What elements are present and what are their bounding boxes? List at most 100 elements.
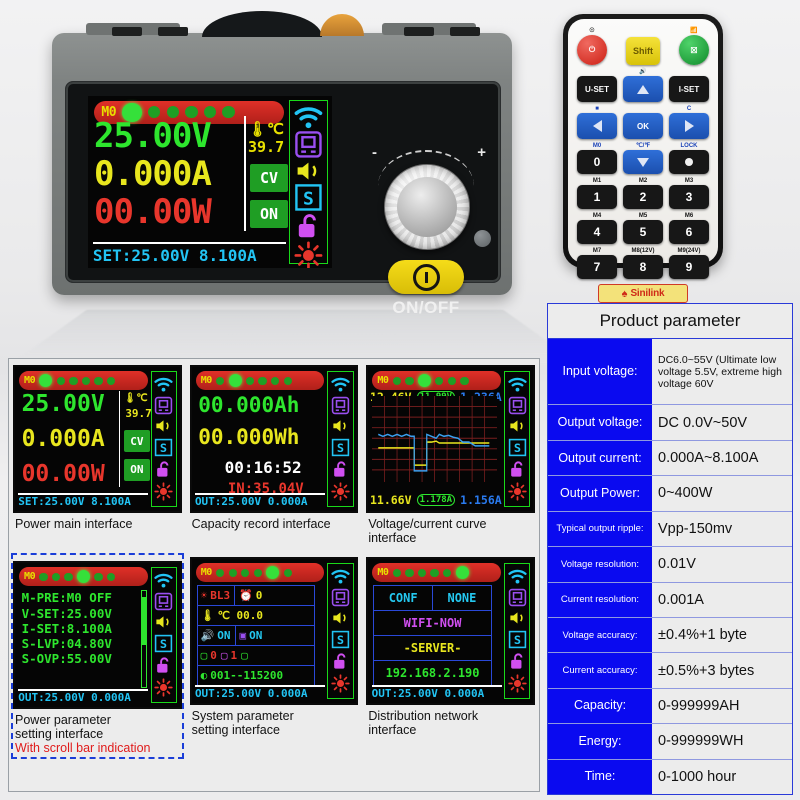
wifi-icon	[331, 569, 350, 585]
onoff-button[interactable]	[388, 260, 464, 294]
lcd-divider	[118, 391, 121, 487]
memory-dot	[56, 376, 65, 385]
current-reading: 0.000A	[94, 154, 212, 194]
shot-power-main: M0 25.00V 0.000A 00.00W 🌡℃ 39.7 CV ON SE…	[9, 359, 186, 551]
param-value: 0.01V	[652, 547, 792, 582]
table-row: Capacity: 0-999999AH	[548, 688, 792, 725]
row-communication[interactable]: ◐ 001--115200	[198, 666, 315, 685]
row-wifi-name[interactable]: WIFI-NOW	[374, 611, 491, 636]
remote-wifi-button[interactable]: ☒	[679, 35, 709, 65]
scrollbar-thumb[interactable]	[141, 597, 146, 646]
remote-left-button[interactable]	[577, 113, 617, 139]
device-icon	[331, 588, 350, 607]
power-reading: 00.00W	[21, 460, 105, 487]
brightness-caption: ■	[595, 106, 599, 112]
unlock-icon	[331, 652, 350, 671]
memory-label: M0	[377, 375, 389, 387]
remote-key-8[interactable]: 8	[623, 255, 663, 279]
list-item[interactable]: V-SET:25.00V	[22, 606, 134, 621]
table-row: Output current: 0.000A~8.100A	[548, 440, 792, 477]
memory-indicator-row: M0	[372, 563, 501, 583]
remote-key-1[interactable]: 1	[577, 185, 617, 209]
thermometer-icon: 🌡	[200, 608, 215, 622]
remote-lock-button[interactable]	[669, 150, 709, 174]
list-item[interactable]: S-OVP:55.00V	[22, 651, 134, 666]
row-sound-device[interactable]: 🔊 ON ▣ ON	[197, 625, 315, 646]
timer-icon: ⏰	[239, 588, 253, 602]
server-label: -SERVER-	[403, 640, 462, 655]
remote-uset-button[interactable]: U-SET	[577, 76, 617, 102]
remote-ok-button[interactable]: OK	[623, 113, 663, 139]
svg-text:S: S	[160, 441, 167, 455]
memory-dot	[253, 568, 262, 577]
remote-key-7[interactable]: 7	[577, 255, 617, 279]
wifi-icon	[154, 573, 173, 589]
screw-clip-1	[112, 27, 142, 36]
row-backlight[interactable]: ☀ BL3 ⏰ 0	[197, 585, 315, 606]
shot-caption: Power main interface	[15, 517, 133, 531]
status-icon-sidebar: S	[289, 100, 329, 268]
memory-dot	[271, 376, 280, 385]
chart-grid	[371, 395, 497, 483]
table-row: Time: 0-1000 hour	[548, 759, 792, 795]
row-server[interactable]: -SERVER-	[374, 636, 491, 661]
s-mode-icon: S	[331, 630, 350, 649]
memory-dot	[417, 568, 427, 577]
knob-minus-label: -	[372, 144, 377, 161]
param-value: ±0.5%+3 bytes	[652, 653, 792, 688]
remote-right-button[interactable]	[669, 113, 709, 139]
remote-up-button[interactable]	[623, 76, 663, 102]
unlock-icon	[331, 460, 350, 479]
screw-clip-2	[158, 27, 188, 36]
remote-iset-button[interactable]: I-SET	[669, 76, 709, 102]
memory-dot	[216, 568, 225, 577]
param-value: 0.000A~8.100A	[652, 440, 792, 476]
conf-label: CONF	[388, 590, 418, 605]
lcd-power-main: M0 25.00V 0.000A 00.00W 🌡℃ 39.7 CV ON SE…	[13, 365, 182, 513]
brightness-icon	[154, 678, 174, 698]
device-icon	[154, 396, 173, 415]
screenshot-gallery: M0 25.00V 0.000A 00.00W 🌡℃ 39.7 CV ON SE…	[8, 358, 540, 792]
remote-shift-button[interactable]: Shift	[626, 37, 660, 65]
speaker-icon	[331, 418, 350, 434]
scrollbar[interactable]	[140, 590, 147, 689]
speaker-icon	[294, 159, 323, 183]
param-value: 0-999999AH	[652, 688, 792, 724]
row-ip[interactable]: 192.168.2.190	[374, 661, 491, 685]
brightness-icon	[331, 674, 350, 694]
device-icon	[154, 592, 173, 611]
row-memory[interactable]: ▢ 0 ▢ 1 ▢	[197, 646, 315, 666]
rotary-encoder-knob[interactable]	[384, 164, 470, 250]
param-value: ±0.4%+1 byte	[652, 617, 792, 653]
lcd-system-parameter-setting: M0 ☀ BL3 ⏰ 0 🌡 ℃ 00.0 🔊 ON ▣ ON ▢ 0 ▢ 1 …	[189, 557, 359, 705]
list-item[interactable]: S-LVP:04.80V	[22, 636, 134, 651]
out-value-bar: OUT:25.00V 0.000A	[194, 493, 326, 508]
remote-down-button[interactable]	[623, 150, 663, 174]
list-item[interactable]: M-PRE:M0 OFF	[22, 590, 134, 605]
remote-key-2[interactable]: 2	[623, 185, 663, 209]
remote-key-0[interactable]: 0	[577, 150, 617, 174]
wifi-icon: 📶	[690, 28, 698, 34]
remote-power-button[interactable]: ⏻	[577, 35, 607, 65]
remote-key-4[interactable]: 4	[577, 220, 617, 244]
remote-key-5[interactable]: 5	[623, 220, 663, 244]
temp-value: 39.7	[125, 407, 152, 421]
lcd-capacity-record: M0 00.000Ah 00.000Wh 00:16:52 IN:35.04V …	[189, 365, 359, 513]
lcd-distribution-network: M0 CONF NONE WIFI-NOW -SERVER- 192.168.2…	[366, 557, 535, 705]
memory-dot	[430, 568, 439, 577]
mode-badge: CV	[123, 430, 151, 452]
memory-dot	[64, 572, 73, 581]
remote-key-3[interactable]: 3	[669, 185, 709, 209]
bottom-boxed-value: 1.178A	[416, 493, 456, 506]
shot-caption: System parameter setting interface	[191, 709, 294, 737]
m3-caption: M3	[684, 178, 694, 184]
list-item[interactable]: I-SET:8.100A	[22, 621, 134, 636]
row-temperature[interactable]: 🌡 ℃ 00.0	[197, 606, 315, 626]
param-value: 0-1000 hour	[652, 759, 792, 795]
row-conf[interactable]: CONF NONE	[374, 585, 491, 611]
ip-address: 192.168.2.190	[385, 665, 480, 680]
control-zone: - + ON/OFF	[370, 138, 491, 322]
remote-key-9[interactable]: 9	[669, 255, 709, 279]
remote-key-6[interactable]: 6	[669, 220, 709, 244]
param-value: Vpp-150mv	[652, 511, 792, 547]
